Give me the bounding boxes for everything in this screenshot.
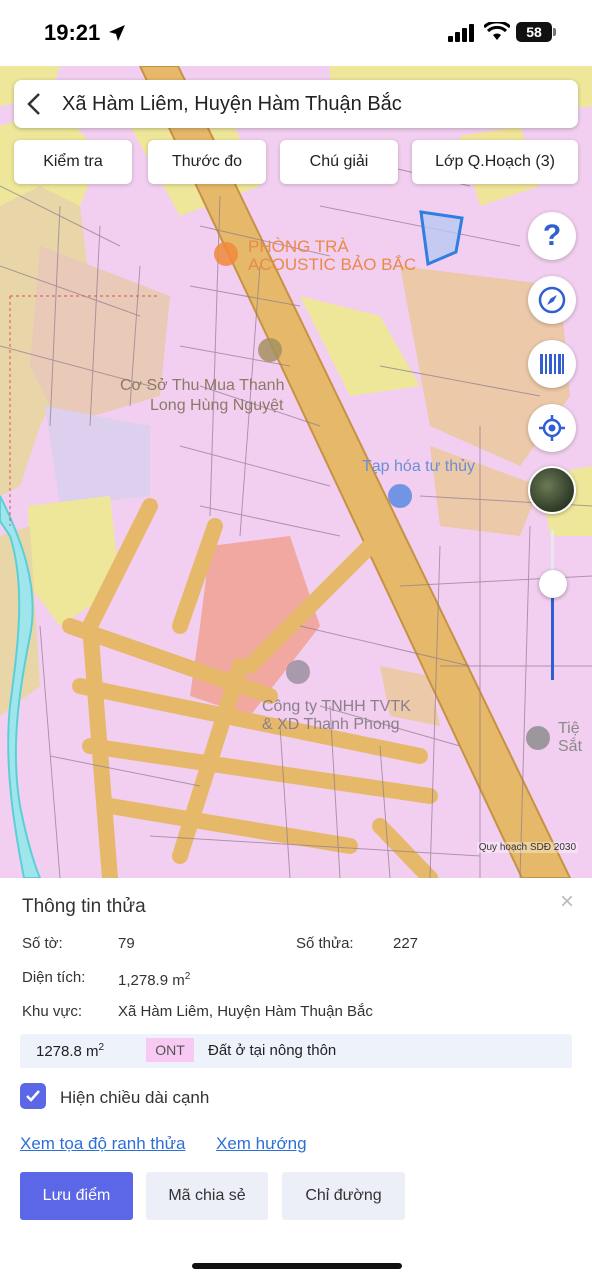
location-title: Xã Hàm Liêm, Huyện Hàm Thuận Bắc <box>62 92 402 115</box>
share-code-button[interactable]: Mã chia sẻ <box>146 1172 268 1220</box>
view-direction-link[interactable]: Xem hướng <box>216 1134 307 1154</box>
legend-button[interactable]: Chú giải <box>280 140 398 184</box>
map-label-shop-line1: Cơ Sở Thu Mua Thanh <box>120 377 285 394</box>
show-edges-label[interactable]: Hiện chiều dài cạnh <box>60 1088 209 1108</box>
parcel-label: Số thửa: <box>296 935 354 952</box>
map-label-shop[interactable]: Cơ Sở Thu Mua Thanh Long Hùng Nguyệt <box>120 376 284 416</box>
map-label-company[interactable]: Công ty TNHH TVTK & XD Thanh Phong <box>262 698 411 734</box>
map-label-company-line2: & XD Thanh Phong <box>262 716 400 733</box>
map-label-grocery[interactable]: Tạp hóa tư thủy <box>362 458 475 476</box>
map-label-company-line1: Công ty TNHH TVTK <box>262 698 411 715</box>
parcel-value: 227 <box>393 935 419 952</box>
help-button[interactable]: ? <box>528 212 576 260</box>
map-label-edge-line2: Sắt <box>558 738 583 755</box>
land-use-map[interactable] <box>0 66 592 878</box>
battery-tip <box>553 28 556 36</box>
sheet-label: Số tờ: <box>22 935 63 952</box>
map-label-tea-line1: PHÒNG TRÀ <box>248 237 349 256</box>
show-edges-checkbox[interactable] <box>20 1083 46 1109</box>
compass-button[interactable] <box>528 276 576 324</box>
barcode-button[interactable] <box>528 340 576 388</box>
check-button[interactable]: Kiểm tra <box>14 140 132 184</box>
store-poi-icon <box>388 484 412 508</box>
cellular-signal-icon <box>448 24 474 42</box>
status-time: 19:21 <box>44 20 101 45</box>
home-indicator[interactable] <box>192 1263 402 1269</box>
land-use-row: 1278.8 m2 ONT Đất ở tại nông thôn <box>20 1034 572 1068</box>
satellite-toggle-button[interactable] <box>528 466 576 514</box>
region-label: Khu vực: <box>22 1003 83 1020</box>
map-label-edge[interactable]: Tiệ Sắt <box>558 720 582 756</box>
directions-button[interactable]: Chỉ đường <box>282 1172 405 1220</box>
shop-poi-icon <box>258 338 282 362</box>
wifi-icon <box>484 22 510 40</box>
crosshair-icon <box>539 415 565 441</box>
region-value: Xã Hàm Liêm, Huyện Hàm Thuận Bắc <box>118 1003 373 1020</box>
panel-title: Thông tin thửa <box>22 896 146 917</box>
zoom-slider-fill <box>551 598 554 680</box>
map-credit: Quy hoạch SDĐ 2030 <box>476 842 578 853</box>
measure-button[interactable]: Thước đo <box>148 140 266 184</box>
land-area-sup: 2 <box>98 1042 105 1053</box>
area-value: 1,278.9 m2 <box>118 971 190 989</box>
checkmark-icon <box>26 1090 40 1102</box>
compass-icon <box>538 286 566 314</box>
map-view[interactable]: PHÒNG TRÀ ACOUSTIC BẢO BẮC Cơ Sở Thu Mua… <box>0 66 592 878</box>
help-icon: ? <box>542 219 562 252</box>
battery-indicator: 58 <box>516 22 552 42</box>
company-poi-icon <box>286 660 310 684</box>
zoom-slider-knob[interactable] <box>539 570 567 598</box>
map-label-edge-line1: Tiệ <box>558 720 580 737</box>
land-type: Đất ở tại nông thôn <box>208 1042 337 1059</box>
location-arrow-icon <box>109 25 125 41</box>
parcel-info-panel: Thông tin thửa × Số tờ: 79 Số thửa: 227 … <box>0 878 592 1280</box>
area-number: 1,278.9 m <box>118 972 185 989</box>
view-boundary-coords-link[interactable]: Xem tọa độ ranh thửa <box>20 1134 185 1154</box>
back-button[interactable] <box>14 80 54 128</box>
planning-layers-button[interactable]: Lớp Q.Hoạch (3) <box>412 140 578 184</box>
close-icon[interactable]: × <box>560 888 574 916</box>
land-area: 1278.8 m2 <box>36 1042 104 1060</box>
my-location-button[interactable] <box>528 404 576 452</box>
area-unit-sup: 2 <box>184 971 191 982</box>
search-bar[interactable]: Xã Hàm Liêm, Huyện Hàm Thuận Bắc <box>14 80 578 128</box>
poi-edge-icon <box>526 726 550 750</box>
chevron-left-icon <box>27 93 40 115</box>
area-label: Diện tích: <box>22 969 86 986</box>
map-label-tea[interactable]: PHÒNG TRÀ ACOUSTIC BẢO BẮC <box>248 238 416 274</box>
barcode-icon <box>540 354 564 374</box>
cafe-poi-icon <box>214 242 238 266</box>
status-bar: 19:21 58 <box>0 0 592 66</box>
map-label-shop-line2: Long Hùng Nguyệt <box>150 397 284 414</box>
sheet-value: 79 <box>118 935 135 952</box>
land-code-badge: ONT <box>146 1038 194 1062</box>
save-point-button[interactable]: Lưu điểm <box>20 1172 133 1220</box>
land-area-number: 1278.8 m <box>36 1043 99 1060</box>
map-label-tea-line2: ACOUSTIC BẢO BẮC <box>248 255 417 274</box>
